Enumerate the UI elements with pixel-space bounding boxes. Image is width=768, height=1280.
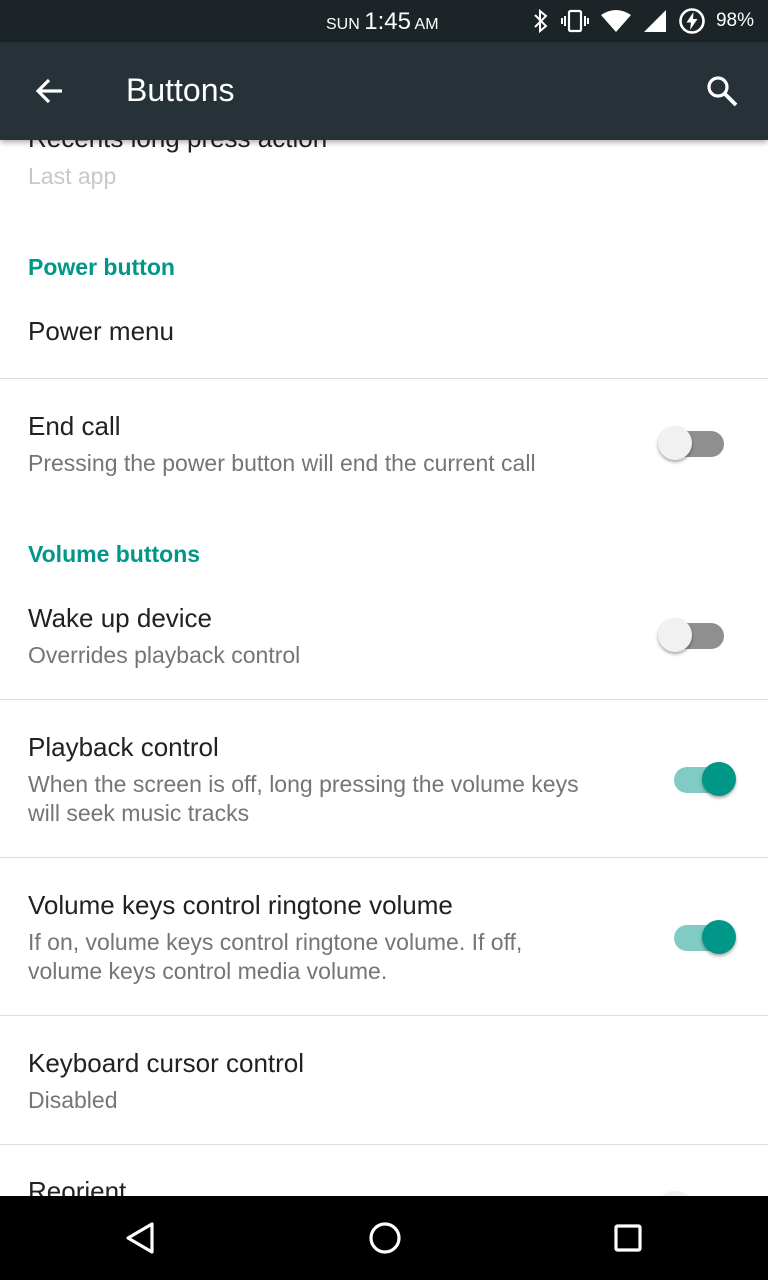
status-time: 1:45 (364, 8, 411, 35)
setting-summary: Disabled (28, 1087, 118, 1113)
nav-recents-button[interactable] (604, 1214, 652, 1262)
nav-home-button[interactable] (361, 1214, 409, 1262)
setting-summary: Last app (28, 163, 117, 189)
divider (0, 1144, 768, 1145)
setting-summary-line1: When the screen is off, long pressing th… (28, 771, 579, 797)
setting-title: Power menu (28, 316, 174, 346)
nav-back-button[interactable] (116, 1214, 164, 1262)
back-button[interactable] (26, 67, 74, 115)
navigation-bar (0, 1196, 768, 1280)
setting-title: Keyboard cursor control (28, 1048, 305, 1078)
divider (0, 378, 768, 379)
vibrate-icon (560, 8, 590, 34)
search-icon (707, 76, 738, 107)
settings-list[interactable]: Recents long press action Last app Power… (0, 140, 768, 1196)
status-icons: 98% (532, 8, 754, 34)
page-title: Buttons (126, 72, 235, 108)
setting-title: Wake up device (28, 603, 213, 633)
status-ampm: AM (414, 16, 439, 33)
status-day: SUN (326, 16, 360, 33)
ringtone-volume-toggle[interactable] (670, 914, 736, 954)
section-header-volume: Volume buttons (28, 541, 201, 567)
battery-percent: 98% (715, 10, 754, 31)
signal-icon (642, 8, 668, 34)
status-bar: SUN 1:45 AM 98% (0, 0, 768, 42)
search-button[interactable] (698, 67, 746, 115)
square-recents-icon (614, 1224, 642, 1252)
setting-title: End call (28, 411, 121, 441)
setting-title: Playback control (28, 732, 219, 762)
status-clock: SUN 1:45 AM (326, 8, 439, 36)
divider (0, 699, 768, 700)
battery-charging-icon (678, 7, 706, 35)
setting-title: Reorient (28, 1176, 127, 1196)
setting-summary-line2: will seek music tracks (28, 800, 250, 826)
end-call-toggle[interactable] (658, 420, 728, 460)
toggle-thumb (702, 762, 736, 796)
setting-summary-line1: If on, volume keys control ringtone volu… (28, 929, 523, 955)
setting-summary: Overrides playback control (28, 642, 301, 668)
bluetooth-icon (532, 8, 550, 34)
arrow-back-icon (35, 78, 62, 104)
divider (0, 857, 768, 858)
playback-control-toggle[interactable] (670, 756, 736, 796)
wifi-icon (600, 8, 632, 34)
setting-title: Volume keys control ringtone volume (28, 890, 453, 920)
toggle-thumb (658, 426, 692, 460)
triangle-back-icon (126, 1222, 154, 1254)
toggle-thumb (702, 920, 736, 954)
circle-home-icon (369, 1222, 401, 1254)
setting-title: Recents long press action (28, 140, 327, 154)
setting-summary: Pressing the power button will end the c… (28, 450, 536, 476)
wake-up-toggle[interactable] (658, 612, 728, 652)
reorient-toggle[interactable] (658, 1185, 728, 1196)
app-bar: Buttons (0, 42, 768, 140)
section-header-power: Power button (28, 254, 175, 280)
toggle-thumb (658, 618, 692, 652)
divider (0, 1015, 768, 1016)
setting-summary-line2: volume keys control media volume. (28, 958, 388, 984)
